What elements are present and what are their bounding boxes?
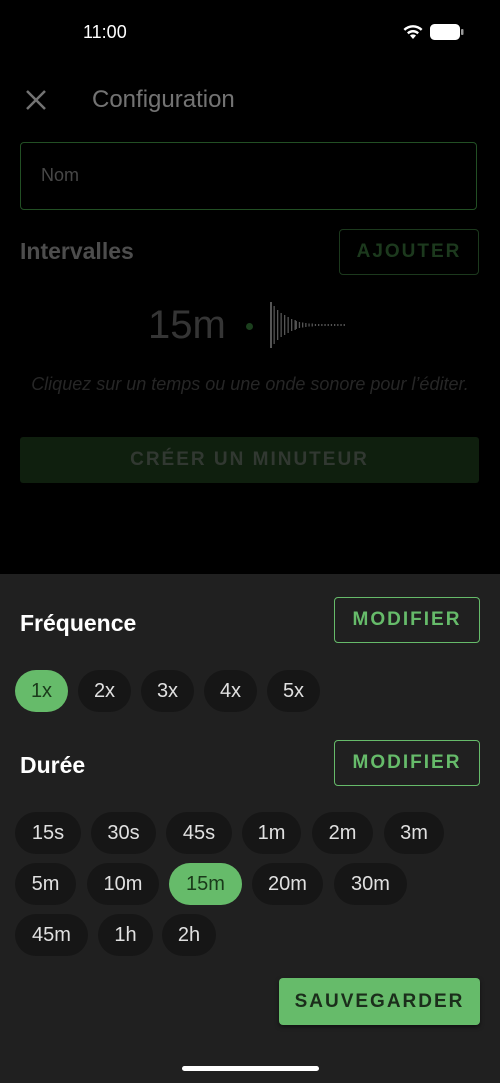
frequency-chip[interactable]: 4x [204, 670, 257, 712]
name-placeholder: Nom [41, 165, 80, 185]
intervals-label: Intervalles [20, 238, 134, 264]
wave-bar [340, 324, 342, 326]
interval-dot [246, 323, 253, 330]
duration-chip[interactable]: 10m [87, 863, 159, 905]
app-bar: Configuration [0, 72, 500, 128]
wave-bar [334, 324, 336, 326]
wave-bar [284, 315, 286, 335]
wave-bar [324, 324, 326, 326]
duration-chip[interactable]: 2m [312, 812, 373, 854]
add-interval-button[interactable]: AJOUTER [339, 229, 479, 275]
wave-bar [327, 324, 329, 326]
duration-chip[interactable]: 45s [166, 812, 232, 854]
duration-chip[interactable]: 5m [15, 863, 76, 905]
interval-item[interactable]: 15m [0, 295, 500, 355]
wave-bar [343, 324, 345, 326]
duration-chip[interactable]: 45m [15, 914, 88, 956]
duration-label: Durée [20, 752, 86, 778]
duration-chip[interactable]: 30s [91, 812, 156, 854]
wave-bar [280, 313, 282, 337]
wave-bar [270, 302, 272, 348]
bottom-sheet: Fréquence MODIFIER 1x 2x 3x 4x 5x Durée MODI… [0, 574, 500, 1083]
interval-time[interactable]: 15m [148, 303, 226, 348]
save-button[interactable]: SAUVEGARDER [279, 978, 480, 1025]
duration-chip[interactable]: 15m [169, 863, 242, 905]
interval-hint: Cliquez sur un temps ou une onde sonore … [31, 374, 469, 394]
wifi-icon [403, 25, 423, 39]
duration-chip[interactable]: 30m [334, 863, 407, 905]
wave-bar [305, 323, 307, 327]
frequency-chip[interactable]: 3x [141, 670, 194, 712]
wave-bar [308, 323, 310, 327]
wave-bar [287, 317, 289, 333]
modify-frequency-button[interactable]: MODIFIER [334, 597, 480, 643]
wave-bar [314, 324, 317, 326]
wave-bar [298, 322, 301, 328]
frequency-label: Fréquence [20, 610, 137, 636]
modify-duration-button[interactable]: MODIFIER [334, 740, 480, 786]
wave-bar [291, 319, 293, 331]
frequency-chip[interactable]: 2x [78, 670, 131, 712]
status-time: 11:00 [83, 22, 127, 42]
wave-bar [295, 321, 297, 329]
wave-bar [273, 306, 275, 344]
wave-bar [302, 322, 304, 328]
create-timer-button[interactable]: CRÉER UN MINUTEUR [20, 437, 479, 483]
duration-chip[interactable]: 3m [384, 812, 444, 854]
wave-bar [330, 324, 333, 326]
duration-chip[interactable]: 1m [242, 812, 301, 854]
duration-chip[interactable]: 1h [98, 914, 153, 956]
duration-chip[interactable]: 15s [15, 812, 81, 854]
wave-bar [318, 324, 320, 326]
wave-bar [277, 310, 279, 340]
close-icon[interactable] [22, 86, 50, 114]
wave-bar [311, 323, 313, 327]
page-title: Configuration [92, 86, 235, 113]
wave-bar [337, 324, 339, 326]
name-field[interactable]: Nom [20, 142, 477, 210]
frequency-chip[interactable]: 5x [267, 670, 320, 712]
frequency-chip[interactable]: 1x [15, 670, 68, 712]
duration-chip[interactable]: 2h [162, 914, 216, 956]
sound-wave-icon[interactable] [266, 300, 366, 350]
battery-icon [430, 24, 464, 40]
duration-chip[interactable]: 20m [252, 863, 323, 905]
status-bar: 11:00 [0, 0, 500, 64]
wave-bar [321, 324, 323, 326]
home-indicator [182, 1066, 319, 1071]
